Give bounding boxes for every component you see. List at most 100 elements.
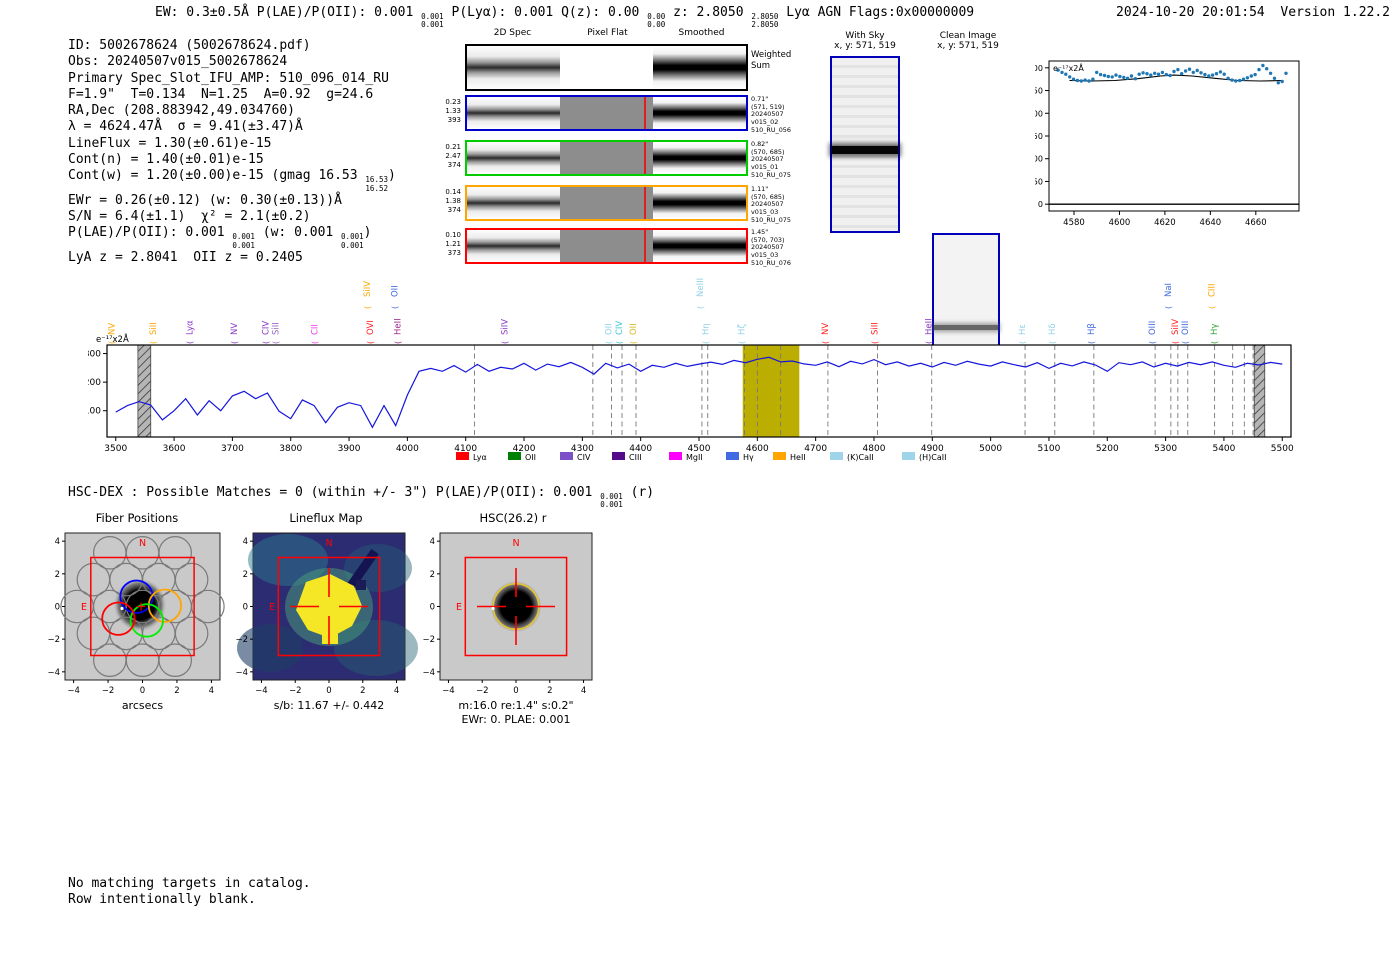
emission-line-label: Hβ xyxy=(1087,323,1097,335)
fiber-2d-spec-image xyxy=(467,230,560,262)
col-header-smoothed: Smoothed xyxy=(678,28,725,38)
weighted-smoothed-image xyxy=(653,46,746,89)
svg-text:4640: 4640 xyxy=(1200,218,1222,228)
detection-info-block: ID: 5002678624 (5002678624.pdf) Obs: 2024… xyxy=(68,38,396,266)
line-zoom-plot: 0 50 100 150 200 250 300 4580 4600 4620 4640 4660 e⁻… xyxy=(1035,60,1300,228)
svg-text:(: ( xyxy=(925,341,934,344)
svg-text:5000: 5000 xyxy=(979,444,1002,454)
svg-text:(: ( xyxy=(1087,341,1096,344)
legend-label: OII xyxy=(525,453,536,462)
svg-text:250: 250 xyxy=(1035,87,1043,96)
emission-line-label: CIII xyxy=(1208,284,1218,297)
weighted-sum-strip xyxy=(465,44,748,91)
svg-text:3700: 3700 xyxy=(221,444,244,454)
emission-line-label: HeII xyxy=(393,318,403,335)
svg-text:4000: 4000 xyxy=(396,444,419,454)
fiber-xlabel: arcsecs xyxy=(122,699,164,712)
svg-text:−4: −4 xyxy=(442,686,455,696)
svg-text:3800: 3800 xyxy=(279,444,302,454)
legend-label: (H)CaII xyxy=(919,453,946,462)
emission-line-label: NeIII xyxy=(696,278,706,297)
white-speck xyxy=(120,606,124,611)
fiber-strip-row xyxy=(465,95,748,131)
header-summary-line: EW: 0.3±0.5Å P(LAE)/P(OII): 0.001 0.001 0… xyxy=(155,5,975,30)
svg-text:e⁻¹⁷x2Å: e⁻¹⁷x2Å xyxy=(1053,62,1084,73)
svg-text:(: ( xyxy=(870,341,879,344)
fiber-2d-spec-image xyxy=(467,187,560,219)
emission-line-label: OIII xyxy=(1148,321,1158,335)
info-line-13: LyA z = 2.8041 OII z = 0.2405 xyxy=(68,249,303,265)
svg-text:0: 0 xyxy=(513,686,518,696)
emission-line-label: NaI xyxy=(1164,283,1174,297)
compass-north-label: N xyxy=(512,538,519,549)
svg-text:0: 0 xyxy=(430,603,435,613)
hsc-cutout-panel: N E m:16.0 re:1.4" s:0.2" EWr: 0. PLAE: … xyxy=(422,532,593,726)
legend-label: (K)CaII xyxy=(847,453,874,462)
svg-text:300: 300 xyxy=(88,350,101,360)
emission-line-label: OII xyxy=(629,323,639,335)
timestamp: 2024-10-20 20:01:54 xyxy=(1116,5,1265,20)
fiber-strip-right-labels: 1.45" (570, 703) 20240507 v015_03 510_RU_076 xyxy=(751,228,791,267)
compass-north-label: N xyxy=(325,538,332,549)
clean-image-title: Clean Image xyxy=(939,31,997,41)
fiber-positions-title: Fiber Positions xyxy=(95,511,179,525)
svg-text:4: 4 xyxy=(55,537,60,547)
svg-text:4600: 4600 xyxy=(1109,218,1131,228)
svg-text:(: ( xyxy=(1210,341,1219,344)
svg-text:200: 200 xyxy=(1035,109,1043,118)
white-speck xyxy=(491,606,495,611)
emission-line-label: NV xyxy=(230,323,240,335)
svg-text:0: 0 xyxy=(326,686,331,696)
info-line-2: Obs: 20240507v015_5002678624 xyxy=(68,54,288,70)
fiber-pixel-flat-image xyxy=(560,97,653,129)
svg-text:(: ( xyxy=(149,341,158,344)
legend-swatch xyxy=(773,452,786,460)
emission-line-label: Hζ xyxy=(737,324,747,335)
info-line-3: Primary Spec_Slot_IFU_AMP: 510_096_014_R… xyxy=(68,70,389,86)
legend-label: Hγ xyxy=(743,453,754,462)
hsc-cutout-title: HSC(26.2) r xyxy=(479,511,547,525)
svg-text:(: ( xyxy=(1164,306,1173,309)
svg-text:3900: 3900 xyxy=(338,444,361,454)
emission-line-label: SiII xyxy=(870,322,880,335)
info-line-8: Cont(n) = 1.40(±0.01)e-15 xyxy=(68,152,264,168)
emission-line-label: Hδ xyxy=(1048,323,1058,335)
svg-text:(: ( xyxy=(366,341,375,344)
emission-line-label: OII xyxy=(605,323,615,335)
emission-line-label: OVI xyxy=(366,320,376,335)
emission-line-label: NV xyxy=(821,323,831,335)
svg-text:(: ( xyxy=(1171,341,1180,344)
svg-text:4: 4 xyxy=(209,686,214,696)
svg-text:0: 0 xyxy=(55,603,60,613)
emission-line-label: Lyα xyxy=(186,320,196,335)
svg-text:0: 0 xyxy=(1038,200,1043,209)
fiber-strip-left-labels: 0.10 1.21 373 xyxy=(445,231,461,258)
svg-text:−2: −2 xyxy=(235,635,248,645)
svg-text:(: ( xyxy=(393,341,402,344)
info-line-1: ID: 5002678624 (5002678624.pdf) xyxy=(68,38,311,53)
info-line-6: λ = 4624.47Å σ = 9.41(±3.47)Å xyxy=(68,119,303,135)
info-line-10: EWr = 0.26(±0.12) (w: 0.30(±0.13))Å xyxy=(68,192,342,208)
svg-text:(: ( xyxy=(390,306,399,309)
header-timestamp-version: 2024-10-20 20:01:54 Version 1.22.2 xyxy=(1116,5,1390,20)
svg-text:0: 0 xyxy=(243,603,248,613)
legend-swatch xyxy=(508,452,521,460)
svg-text:0: 0 xyxy=(140,686,145,696)
svg-text:(: ( xyxy=(501,341,510,344)
svg-text:2: 2 xyxy=(547,686,552,696)
clean-image-coords: x, y: 571, 519 xyxy=(937,41,999,52)
weighted-2d-spec-image xyxy=(467,46,560,89)
info-line-7: LineFlux = 1.30(±0.61)e-15 xyxy=(68,135,272,151)
svg-text:5400: 5400 xyxy=(1212,444,1235,454)
with-sky-title: With Sky xyxy=(845,31,885,41)
svg-text:(: ( xyxy=(1018,341,1027,344)
svg-text:−2: −2 xyxy=(476,686,489,696)
fiber-strip-left-labels: 0.23 1.33 393 xyxy=(445,98,461,125)
svg-text:−4: −4 xyxy=(255,686,268,696)
svg-text:4: 4 xyxy=(394,686,399,696)
info-line-9: Cont(w) = 1.20(±0.00)e-15 (gmag 16.53 16… xyxy=(68,168,396,193)
lineflux-map-panel: N E s/b: 11.67 +/- 0.442 −4 −4 −2 −2 0 0 2 2 4 4 xyxy=(235,532,418,712)
compass-north-label: N xyxy=(139,538,146,549)
legend-label: Lyα xyxy=(473,453,487,462)
svg-text:(: ( xyxy=(311,341,320,344)
